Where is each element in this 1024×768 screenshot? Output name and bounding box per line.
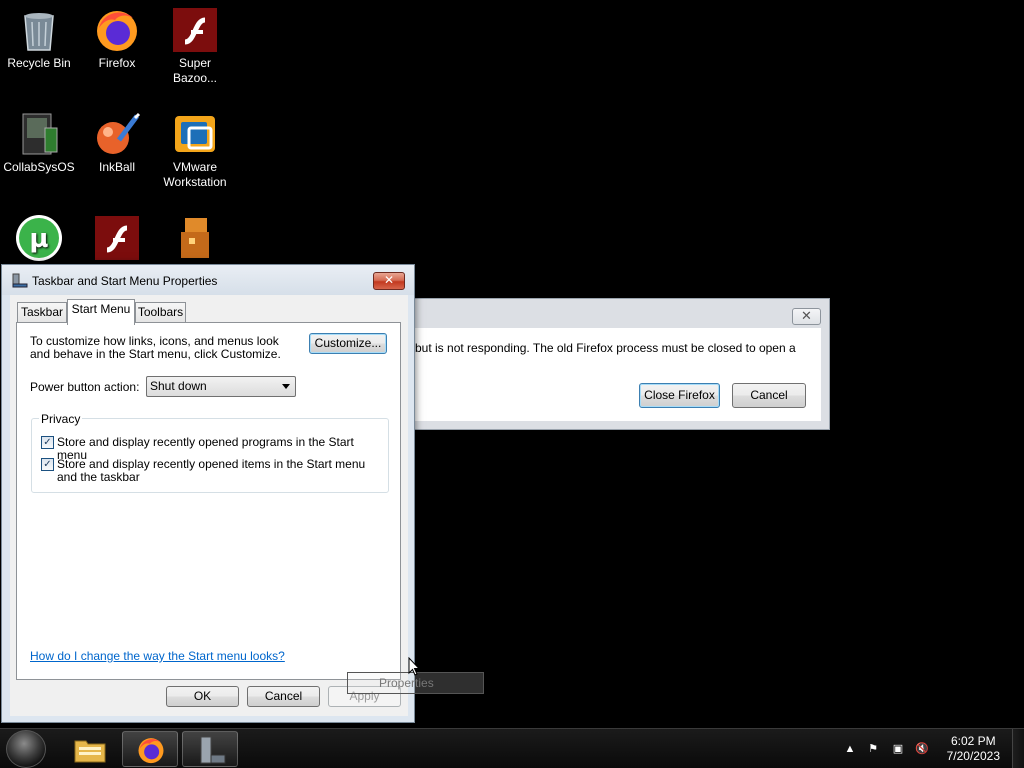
inkball-icon <box>93 110 141 158</box>
game-icon <box>171 214 219 262</box>
tab-start-menu[interactable]: Start Menu <box>67 299 135 325</box>
action-center-flag-icon[interactable]: ⚑ <box>866 742 880 756</box>
desktop-icon-label: Firefox <box>98 56 136 70</box>
recent-programs-checkbox[interactable]: ✓ <box>41 436 54 449</box>
vmware-icon <box>171 110 219 158</box>
close-firefox-button[interactable]: Close Firefox <box>639 383 720 408</box>
volume-muted-icon[interactable]: 🔇 <box>915 742 929 756</box>
flash-icon <box>171 6 219 54</box>
help-link[interactable]: How do I change the way the Start menu l… <box>30 649 285 663</box>
customize-button[interactable]: Customize... <box>309 333 387 354</box>
start-menu-tab-panel: To customize how links, icons, and menus… <box>16 322 401 680</box>
dialog-title: Taskbar and Start Menu Properties <box>32 274 218 288</box>
clock-time: 6:02 PM <box>950 734 996 748</box>
power-button-select[interactable]: Shut down <box>146 376 296 397</box>
firefox-dialog-body: but is not responding. The old Firefox p… <box>415 328 821 421</box>
desktop-icon-utorrent[interactable]: µ <box>0 214 78 264</box>
file-explorer-icon <box>74 735 106 766</box>
utorrent-icon: µ <box>15 214 63 262</box>
firefox-icon <box>135 735 167 768</box>
taskbar-properties-dialog: Taskbar and Start Menu Properties ✕ Task… <box>1 264 415 723</box>
cancel-button[interactable]: Cancel <box>247 686 320 707</box>
ok-button[interactable]: OK <box>166 686 239 707</box>
privacy-group-title: Privacy <box>39 412 83 426</box>
power-button-label: Power button action: <box>30 380 140 394</box>
power-button-value: Shut down <box>150 379 207 393</box>
close-icon[interactable]: ✕ <box>373 272 405 290</box>
control-panel-icon <box>195 735 227 768</box>
recent-items-label[interactable]: Store and display recently opened items … <box>57 458 382 484</box>
firefox-icon <box>93 6 141 54</box>
collabsysos-icon <box>15 110 63 158</box>
desktop-icon-label: InkBall <box>98 160 136 174</box>
desktop-icon-game[interactable] <box>156 214 234 264</box>
desktop-icon-label: VMware Workstation <box>163 160 227 189</box>
close-icon[interactable]: ✕ <box>792 308 821 325</box>
dialog-client-area: Taskbar Start Menu Toolbars To customize… <box>10 295 408 716</box>
show-hidden-icons-chevron[interactable]: ▲ <box>843 742 857 756</box>
desktop-icon-super-bazoo[interactable]: Super Bazoo... <box>156 6 234 86</box>
clock-date: 7/20/2023 <box>946 749 1000 763</box>
desktop-icon-inkball[interactable]: InkBall <box>78 110 156 175</box>
desktop-icon-label: Super Bazoo... <box>172 56 218 85</box>
desktop-icon-collabsysos[interactable]: CollabSysOS <box>0 110 78 175</box>
taskbar-properties-icon <box>12 272 28 288</box>
system-clock[interactable]: 6:02 PM 7/20/2023 <box>947 734 1000 764</box>
firefox-dialog-titlebar[interactable] <box>415 299 829 328</box>
taskbar-control-panel[interactable] <box>182 731 238 767</box>
desktop-icon-flash-2[interactable] <box>78 214 156 264</box>
svg-text:µ: µ <box>29 224 48 254</box>
network-icon[interactable]: ▣ <box>891 742 905 756</box>
taskbar: ▲ ⚑ ▣ 🔇 6:02 PM 7/20/2023 <box>0 728 1024 768</box>
firefox-dialog-message: but is not responding. The old Firefox p… <box>415 341 796 355</box>
tab-taskbar[interactable]: Taskbar <box>17 302 67 323</box>
desktop-icon-firefox[interactable]: Firefox <box>78 6 156 71</box>
mouse-cursor-icon <box>408 656 421 679</box>
customize-description: To customize how links, icons, and menus… <box>30 334 281 361</box>
chevron-down-icon <box>282 384 290 389</box>
taskbar-firefox[interactable] <box>122 731 178 767</box>
desktop-icon-label: CollabSysOS <box>3 160 75 174</box>
firefox-not-responding-dialog: ✕ but is not responding. The old Firefox… <box>414 298 830 430</box>
flash-icon <box>93 214 141 262</box>
taskbar-file-explorer[interactable] <box>62 731 118 767</box>
tab-toolbars[interactable]: Toolbars <box>135 302 186 323</box>
firefox-cancel-button[interactable]: Cancel <box>732 383 806 408</box>
start-button[interactable] <box>6 730 46 768</box>
recycle-bin-icon <box>15 6 63 54</box>
dialog-titlebar[interactable]: Taskbar and Start Menu Properties <box>2 265 414 295</box>
desktop-icon-recycle-bin[interactable]: Recycle Bin <box>0 6 78 71</box>
recent-items-checkbox[interactable]: ✓ <box>41 458 54 471</box>
show-desktop-button[interactable] <box>1012 729 1024 768</box>
desktop-icon-label: Recycle Bin <box>7 56 71 70</box>
desktop-icon-vmware[interactable]: VMware Workstation <box>156 110 234 190</box>
